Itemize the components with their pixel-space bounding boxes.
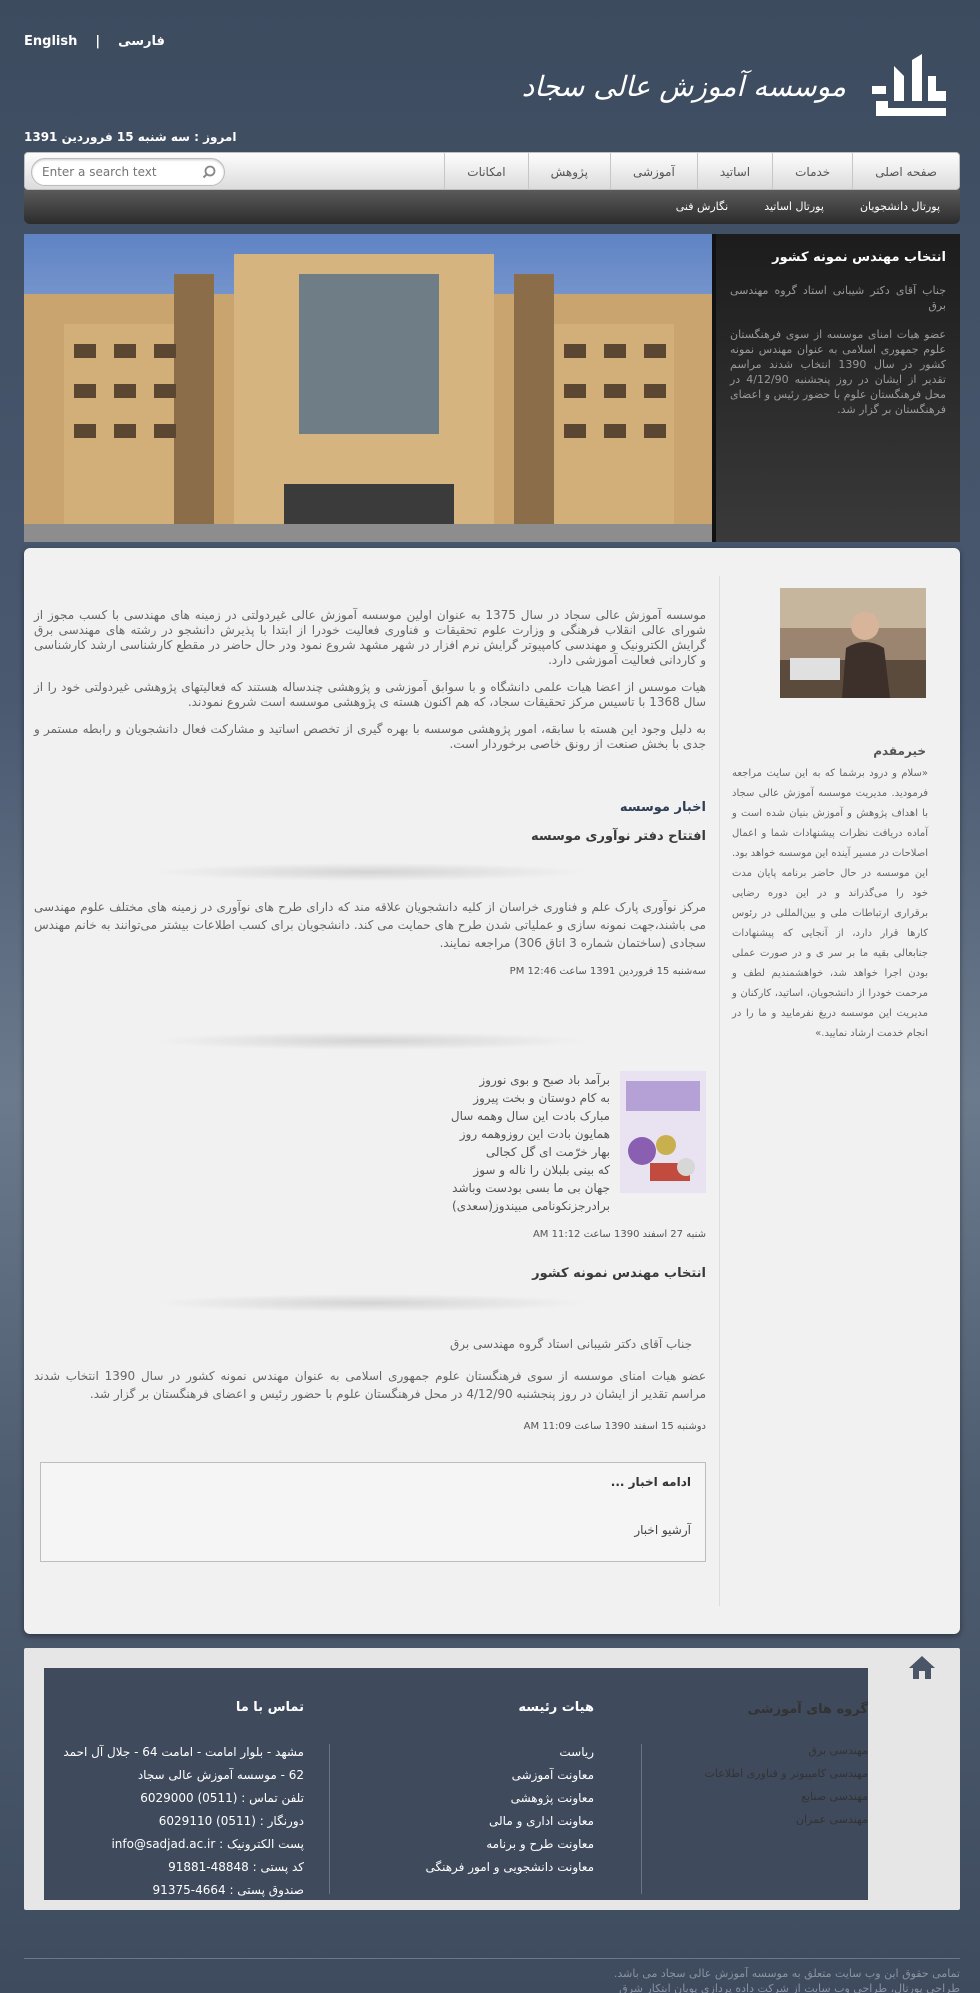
news-item-date: سه‌شنبه 15 فروردین 1391 ساعت 12:46 PM <box>509 966 706 977</box>
news-item-title[interactable]: انتخاب مهندس نمونه کشور <box>34 1266 706 1281</box>
language-bar: English | فارسی <box>24 34 165 49</box>
footer-group-electrical[interactable]: مهندسی برق <box>668 1739 868 1762</box>
lang-farsi-link[interactable]: فارسی <box>118 34 165 49</box>
news-item-body: مرکز نوآوری پارک علم و فناوری خراسان از … <box>34 900 706 950</box>
intro-paragraph-2: هیات موسس از اعضا هیات علمی دانشگاه و با… <box>34 680 706 709</box>
news-item-subtitle: جناب آقای دکتر شیبانی استاد گروه مهندسی … <box>449 1337 692 1351</box>
footer-group-computer[interactable]: مهندسی کامپیوتر و فناوری اطلاعات <box>668 1762 868 1785</box>
copyright-line: تمامی حقوق این وب سایت متعلق به موسسه آم… <box>613 1967 960 1980</box>
poem-line: مبارک بادت این سال وهمه سال <box>450 1109 610 1123</box>
footer-group-civil[interactable]: مهندسی عمران <box>668 1808 868 1831</box>
contact-address-line1: مشهد - بلوار امامت - امامت 64 - جلال آل … <box>63 1745 304 1759</box>
footer-board-title: هیات رئیسه <box>518 1700 594 1715</box>
main-panel: خیرمقدم «سلام و درود برشما که به این سای… <box>24 548 960 1634</box>
news-item-date: شنبه 27 اسفند 1390 ساعت 11:12 AM <box>532 1229 706 1240</box>
contact-address-line2: 62 - موسسه آموزش عالی سجاد <box>137 1768 304 1782</box>
poem-line: برادرجزنکونامی مبیندوز(سعدی) <box>452 1199 610 1213</box>
main-navigation: صفحه اصلی خدمات اساتید آموزشی پژوهش امکا… <box>24 152 960 191</box>
copyright-divider <box>24 1958 960 1959</box>
intro-paragraph-3: به دلیل وجود این هسته با سابقه، امور پژو… <box>34 722 706 751</box>
director-photo <box>780 588 926 698</box>
subnav-items: پورتال دانشجویان پورتال اساتید نگارش فنی <box>676 190 940 224</box>
footer-board-research[interactable]: معاونت پژوهشی <box>374 1787 594 1810</box>
contact-fax: دورنگار : (0511) 6029110 <box>158 1814 304 1828</box>
poem-line: برآمد باد صبح و بوی نوروز <box>479 1073 610 1087</box>
contact-postal-code: کد پستی : 48848-91881 <box>168 1860 304 1874</box>
campus-building-image <box>24 234 712 542</box>
nav-items: صفحه اصلی خدمات اساتید آموزشی پژوهش امکا… <box>444 153 959 191</box>
nav-item-research[interactable]: پژوهش <box>527 153 610 191</box>
nav-item-home[interactable]: صفحه اصلی <box>852 153 959 191</box>
subnav-professor-portal[interactable]: پورتال اساتید <box>764 190 824 224</box>
lang-english-link[interactable]: English <box>24 34 77 49</box>
poem-line: به کام دوستان و بخت پیروز <box>473 1091 610 1105</box>
copyright: تمامی حقوق این وب سایت متعلق به موسسه آم… <box>24 1966 960 1993</box>
nowruz-news-item: برآمد باد صبح و بوی نوروز به کام دوستان … <box>34 1071 706 1215</box>
footer-contact: تماس با ما مشهد - بلوار امامت - امامت 64… <box>24 1700 304 1902</box>
site-logo[interactable]: موسسه آموزش عالی سجاد <box>522 46 956 126</box>
nav-item-professors[interactable]: اساتید <box>696 153 772 191</box>
footer-separator <box>641 1744 642 1894</box>
poem-line: جهان بی ما بسی بودست وباشد <box>452 1181 610 1195</box>
poem-line: که بینی بلبلان را ناله و سوز <box>473 1163 610 1177</box>
logo-text: موسسه آموزش عالی سجاد <box>521 69 846 103</box>
subnav-technical-writing[interactable]: نگارش فنی <box>676 190 728 224</box>
banner-caption[interactable]: انتخاب مهندس نمونه کشور جناب آقای دکتر ش… <box>716 234 960 542</box>
poem-line: همایون بادت این روزوهمه روز <box>459 1127 610 1141</box>
contact-phone: تلفن تماس : (0511) 6029000 <box>140 1791 304 1805</box>
designer-credit[interactable]: طراحی پورتال، طراحی وب سایت از شرکت داده… <box>24 1981 960 1993</box>
news-item-date: دوشنبه 15 اسفند 1390 ساعت 11:09 AM <box>523 1421 706 1432</box>
contact-email[interactable]: پست الکترونیک : info@sadjad.ac.ir <box>24 1833 304 1856</box>
footer-board-presidency[interactable]: ریاست <box>374 1741 594 1764</box>
nav-item-services[interactable]: خدمات <box>772 153 852 191</box>
search-box <box>31 158 225 186</box>
news-separator <box>134 1293 606 1313</box>
news-archive-link[interactable]: آرشیو اخبار <box>55 1523 691 1537</box>
banner-caption-title: انتخاب مهندس نمونه کشور <box>772 250 946 265</box>
news-separator <box>134 1031 606 1051</box>
contact-po-box: صندوق پستی : 4664-91375 <box>152 1883 304 1897</box>
footer-board: هیات رئیسه ریاست معاونت آموزشی معاونت پژ… <box>374 1700 594 1879</box>
lang-separator: | <box>95 34 101 49</box>
nowruz-poem: برآمد باد صبح و بوی نوروز به کام دوستان … <box>451 1071 610 1215</box>
more-news-box: ادامه اخبار ... آرشیو اخبار <box>40 1462 706 1562</box>
intro-paragraph-1: موسسه آموزش عالی سجاد در سال 1375 به عنو… <box>34 608 706 667</box>
footer-board-planning[interactable]: معاونت طرح و برنامه <box>374 1833 594 1856</box>
nav-item-education[interactable]: آموزشی <box>610 153 697 191</box>
footer-groups: گروه های آموزشی مهندسی برق مهندسی کامپیو… <box>668 1702 868 1831</box>
footer-board-education[interactable]: معاونت آموزشی <box>374 1764 594 1787</box>
poem-line: بهار خرّمت ای گل کجالی <box>485 1145 610 1159</box>
main-content: موسسه آموزش عالی سجاد در سال 1375 به عنو… <box>34 608 706 1562</box>
footer-groups-title: گروه های آموزشی <box>747 1702 868 1717</box>
news-item-title[interactable]: افتتاح دفتر نوآوری موسسه <box>34 829 706 844</box>
intro-section: موسسه آموزش عالی سجاد در سال 1375 به عنو… <box>34 608 706 752</box>
news-heading[interactable]: اخبار موسسه <box>34 800 706 815</box>
search-icon[interactable] <box>202 165 216 179</box>
footer: گروه های آموزشی مهندسی برق مهندسی کامپیو… <box>24 1648 960 1910</box>
news-separator <box>134 862 606 882</box>
welcome-message: «سلام و درود برشما که به این سایت مراجعه… <box>732 768 928 1039</box>
footer-group-industrial[interactable]: مهندسی صنایع <box>668 1785 868 1808</box>
portal-subnav: پورتال دانشجویان پورتال اساتید نگارش فنی <box>24 190 960 224</box>
welcome-title: خیرمقدم <box>873 744 926 758</box>
footer-contact-title: تماس با ما <box>235 1700 304 1715</box>
footer-board-student-affairs[interactable]: معاونت دانشجویی و امور فرهنگی <box>374 1856 594 1879</box>
subnav-student-portal[interactable]: پورتال دانشجویان <box>860 190 940 224</box>
banner-caption-line2: عضو هیات امنای موسسه از سوی فرهنگستان عل… <box>730 328 946 416</box>
footer-board-admin[interactable]: معاونت اداری و مالی <box>374 1810 594 1833</box>
news-item-body: عضو هیات امنای موسسه از سوی فرهنگستان عل… <box>34 1369 706 1401</box>
nowruz-card-image <box>620 1071 706 1193</box>
search-input[interactable] <box>32 159 192 185</box>
footer-separator <box>329 1744 330 1894</box>
current-date: امروز : سه شنبه 15 فروردین 1391 <box>24 130 237 144</box>
nav-item-facilities[interactable]: امکانات <box>444 153 527 191</box>
more-news-title[interactable]: ادامه اخبار ... <box>55 1475 691 1489</box>
banner-caption-line1: جناب آقای دکتر شیبانی استاد گروه مهندسی … <box>730 284 946 312</box>
home-icon[interactable] <box>908 1654 936 1680</box>
sidebar-divider <box>719 576 720 1606</box>
sajjad-logo-icon <box>872 54 946 116</box>
banner-slideshow: انتخاب مهندس نمونه کشور جناب آقای دکتر ش… <box>24 234 960 542</box>
